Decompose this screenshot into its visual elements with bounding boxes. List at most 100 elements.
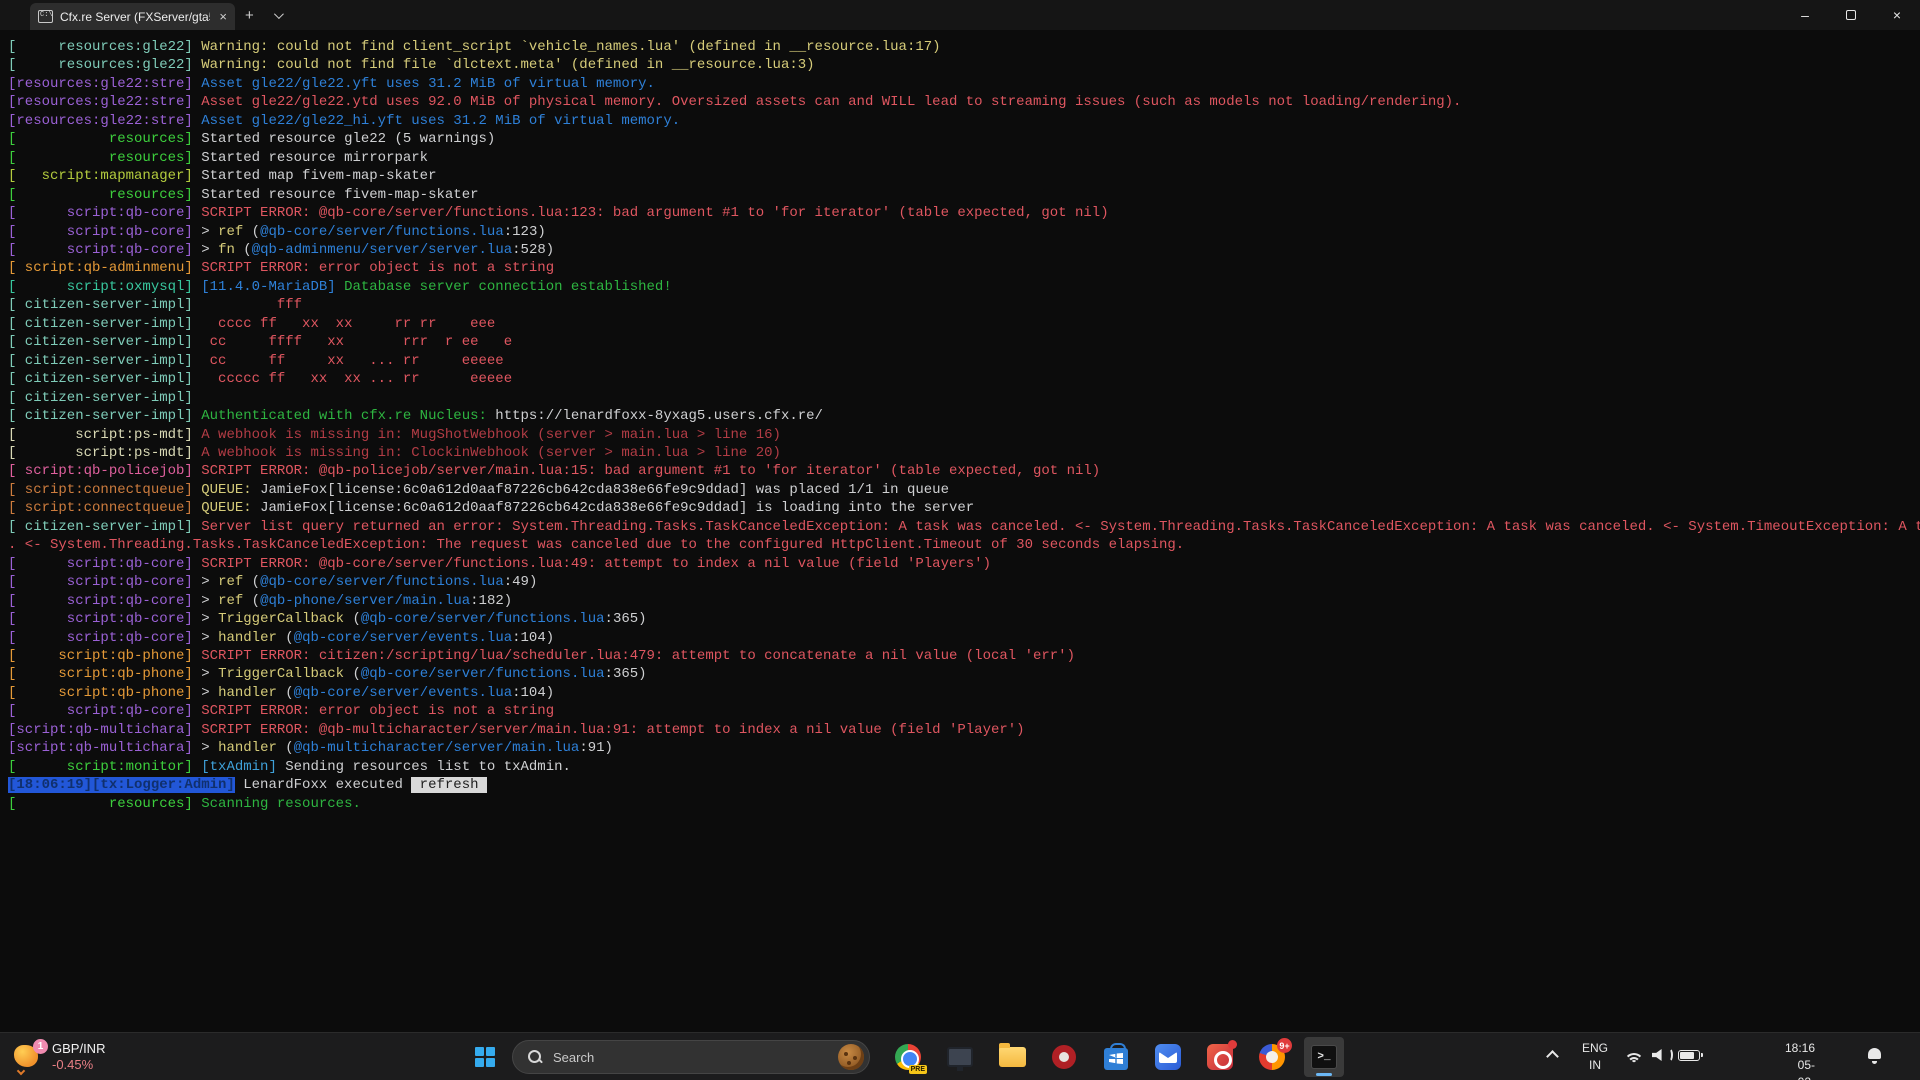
console-line: [ resources] Started resource mirrorpark [8,149,1920,167]
weather-widget-icon: 1 [14,1042,44,1072]
console-line: [resources:gle22:stre] Asset gle22/gle22… [8,75,1920,93]
console-line: [ script:mapmanager] Started map fivem-m… [8,167,1920,185]
console-line: [ script:qb-phone] > TriggerCallback (@q… [8,665,1920,683]
console-line: [ script:qb-core] > fn (@qb-adminmenu/se… [8,241,1920,259]
clock[interactable]: 18:16 05-02-2024 [1785,1040,1815,1080]
console-line: [ resources] Started resource fivem-map-… [8,186,1920,204]
notification-bell-icon[interactable] [1867,1048,1882,1062]
console-line: [ script:qb-adminmenu] SCRIPT ERROR: err… [8,259,1920,277]
console-line: [ resources] Started resource gle22 (5 w… [8,130,1920,148]
console-line: [ script:ps-mdt] A webhook is missing in… [8,426,1920,444]
console-line: [ script:qb-core] SCRIPT ERROR: error ob… [8,702,1920,720]
console-line: [ script:ps-mdt] A webhook is missing in… [8,444,1920,462]
console-line: [ script:oxmysql] [11.4.0-MariaDB] Datab… [8,278,1920,296]
taskbar-app-record[interactable] [1044,1037,1084,1077]
console-line: [script:qb-multichara] SCRIPT ERROR: @qb… [8,721,1920,739]
wifi-icon[interactable] [1624,1047,1644,1063]
console-line: [ citizen-server-impl] Server list query… [8,518,1920,536]
console-line: [ citizen-server-impl] Authenticated wit… [8,407,1920,425]
console-line: [ script:qb-policejob] SCRIPT ERROR: @qb… [8,462,1920,480]
windows-logo-icon [475,1047,495,1067]
cmd-icon [38,10,53,23]
photos-notification-dot [1228,1040,1237,1049]
tab-dropdown-button[interactable] [264,0,291,30]
console-line: [ script:qb-phone] SCRIPT ERROR: citizen… [8,647,1920,665]
chevron-down-icon [274,9,284,19]
widgets-button[interactable]: 1 GBP/INR -0.45% [8,1037,111,1077]
console-line: [ script:connectqueue] QUEUE: JamieFox[l… [8,481,1920,499]
console-line: [ citizen-server-impl] fff [8,296,1920,314]
language-code: ENG [1582,1041,1608,1055]
console-line: [ script:qb-core] > ref (@qb-core/server… [8,223,1920,241]
minimize-button[interactable]: – [1782,0,1828,30]
chrome-pre-badge: PRE [909,1065,927,1074]
currency-change-label: -0.45% [52,1057,105,1073]
taskbar-app-chrome[interactable]: PRE [888,1037,928,1077]
console-output: [ resources:gle22] Warning: could not fi… [0,32,1920,1032]
console-line: [ resources:gle22] Warning: could not fi… [8,38,1920,56]
console-line: [ citizen-server-impl] cccc ff xx xx rr … [8,315,1920,333]
console-line: [ script:monitor] [txAdmin] Sending reso… [8,758,1920,776]
search-input[interactable]: Search [512,1040,870,1074]
maximize-button[interactable] [1828,0,1874,30]
console-line: [ script:qb-core] SCRIPT ERROR: @qb-core… [8,204,1920,222]
taskbar-app-file-explorer[interactable] [992,1037,1032,1077]
console-line: [ script:qb-core] > TriggerCallback (@qb… [8,610,1920,628]
console-line: [script:qb-multichara] > handler (@qb-mu… [8,739,1920,757]
monitor-icon [947,1047,973,1067]
console-line: [ script:qb-core] SCRIPT ERROR: @qb-core… [8,555,1920,573]
console-line: [ script:qb-phone] > handler (@qb-core/s… [8,684,1920,702]
console-line: [ citizen-server-impl] ccccc ff xx xx ..… [8,370,1920,388]
window-controls: – × [1782,0,1920,30]
taskbar-app-monitor[interactable] [940,1037,980,1077]
taskbar: 1 GBP/INR -0.45% Search PRE [0,1032,1920,1080]
terminal-icon: >_ [1311,1045,1337,1069]
console-line: [18:06:19][tx:Logger:Admin] LenardFoxx e… [8,776,1920,794]
start-button[interactable] [465,1037,505,1077]
tray-chevron-up-icon[interactable] [1546,1050,1559,1063]
console-line: [ resources:gle22] Warning: could not fi… [8,56,1920,74]
desktop: Cfx.re Server (FXServer/gta5/f × + – × [… [0,0,1920,1080]
console-line: [ resources] Scanning resources. [8,795,1920,813]
volume-wave-icon [1666,1048,1673,1062]
console-line: [ script:connectqueue] QUEUE: JamieFox[l… [8,499,1920,517]
tray-time: 18:16 [1785,1041,1815,1055]
browser-notification-badge: 9+ [1277,1038,1292,1053]
console-line: . <- System.Threading.Tasks.TaskCanceled… [8,536,1920,554]
console-line: [ script:qb-core] > ref (@qb-phone/serve… [8,592,1920,610]
console-line: [ citizen-server-impl] cc ffff xx rrr r … [8,333,1920,351]
region-code: IN [1589,1058,1601,1072]
taskbar-apps: PRE 9+ [888,1037,1344,1077]
battery-icon[interactable] [1678,1050,1700,1061]
console-line: [resources:gle22:stre] Asset gle22/gle22… [8,112,1920,130]
taskbar-app-browser[interactable]: 9+ [1252,1037,1292,1077]
record-icon [1052,1045,1076,1069]
tray-date: 05-02-2024 [1788,1058,1815,1080]
close-button[interactable]: × [1874,0,1920,30]
tab-title: Cfx.re Server (FXServer/gta5/f [60,10,210,24]
taskbar-app-store[interactable] [1096,1037,1136,1077]
volume-icon[interactable] [1652,1049,1664,1061]
widget-badge: 1 [33,1039,48,1054]
console-line: [ script:qb-core] > ref (@qb-core/server… [8,573,1920,591]
language-indicator[interactable]: ENG IN [1582,1040,1608,1074]
tab-close-icon[interactable]: × [219,10,227,23]
taskbar-app-terminal[interactable]: >_ [1304,1037,1344,1077]
store-bag-icon [1104,1048,1128,1070]
new-tab-button[interactable]: + [235,0,264,30]
terminal-titlebar: Cfx.re Server (FXServer/gta5/f × + – × [0,0,1920,30]
maximize-icon [1846,10,1856,20]
taskbar-app-photos[interactable] [1200,1037,1240,1077]
console-line: [ script:qb-core] > handler (@qb-core/se… [8,629,1920,647]
widget-chevron-down-icon [17,1067,25,1075]
taskbar-app-mail[interactable] [1148,1037,1188,1077]
search-icon [527,1049,543,1065]
currency-pair-label: GBP/INR [52,1041,105,1057]
console-line: [ citizen-server-impl] [8,389,1920,407]
folder-icon [999,1047,1026,1067]
console-line: [ citizen-server-impl] cc ff xx ... rr e… [8,352,1920,370]
mail-icon [1155,1044,1181,1070]
terminal-tab[interactable]: Cfx.re Server (FXServer/gta5/f × [30,3,235,30]
search-highlight-image[interactable] [838,1044,864,1070]
console-line: [resources:gle22:stre] Asset gle22/gle22… [8,93,1920,111]
